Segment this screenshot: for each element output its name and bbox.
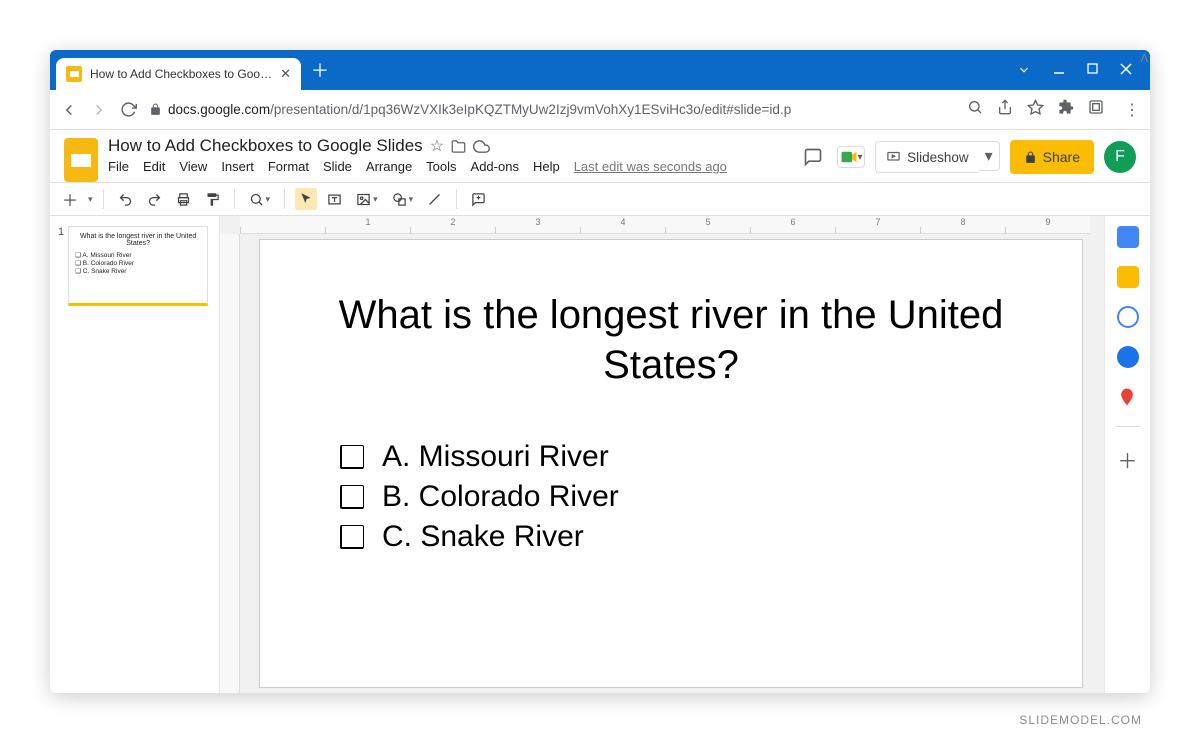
paint-format-button[interactable]	[201, 188, 224, 211]
maximize-icon[interactable]	[1087, 63, 1098, 77]
shape-button[interactable]: ▾	[388, 188, 418, 211]
meet-icon[interactable]: ▾	[837, 146, 865, 168]
slide-number: 1	[58, 226, 64, 306]
print-button[interactable]	[172, 188, 195, 211]
menu-file[interactable]: File	[108, 159, 129, 174]
zoom-icon[interactable]	[967, 99, 983, 120]
option-row: C. Snake River	[340, 520, 1022, 554]
redo-button[interactable]	[143, 188, 166, 211]
lock-icon	[149, 103, 162, 116]
close-icon[interactable]	[1120, 63, 1132, 77]
tab-title: How to Add Checkboxes to Goo…	[90, 67, 272, 81]
url-path: /presentation/d/1pq36WzVXIk3eIpKQZTMyUw2…	[270, 102, 791, 117]
url-field[interactable]: docs.google.com/presentation/d/1pq36WzVX…	[149, 102, 955, 117]
contacts-icon[interactable]	[1117, 346, 1139, 368]
address-bar: docs.google.com/presentation/d/1pq36WzVX…	[50, 90, 1150, 130]
menu-view[interactable]: View	[179, 159, 207, 174]
move-doc-icon[interactable]	[451, 139, 466, 154]
menu-insert[interactable]: Insert	[221, 159, 254, 174]
checkbox-icon	[340, 525, 364, 549]
divider	[1116, 426, 1140, 427]
maps-icon[interactable]	[1117, 386, 1139, 408]
star-icon[interactable]	[1027, 99, 1044, 121]
new-tab-button[interactable]: ＋	[311, 57, 329, 83]
slideshow-label: Slideshow	[907, 150, 969, 165]
menu-bar: File Edit View Insert Format Slide Arran…	[108, 159, 789, 174]
undo-button[interactable]	[114, 188, 137, 211]
doc-title[interactable]: How to Add Checkboxes to Google Slides	[108, 136, 423, 156]
keep-icon[interactable]	[1117, 266, 1139, 288]
ruler-horizontal	[240, 216, 1090, 234]
cloud-status-icon[interactable]	[473, 138, 490, 155]
select-tool-button[interactable]	[295, 188, 317, 210]
comment-button[interactable]	[467, 188, 490, 211]
slide-title[interactable]: What is the longest river in the United …	[320, 290, 1022, 390]
textbox-button[interactable]	[323, 188, 346, 211]
canvas[interactable]: What is the longest river in the United …	[220, 216, 1104, 693]
star-doc-icon[interactable]: ☆	[430, 136, 444, 156]
slide-thumbnail[interactable]: What is the longest river in the United …	[68, 226, 208, 306]
add-on-button[interactable]: ＋	[1118, 445, 1138, 474]
collapse-toolbar-icon[interactable]: ᐱ	[1140, 52, 1148, 65]
filmstrip[interactable]: 1 What is the longest river in the Unite…	[50, 216, 220, 693]
line-button[interactable]	[423, 188, 446, 211]
chevron-down-icon[interactable]	[1017, 63, 1031, 77]
avatar[interactable]: F	[1104, 141, 1136, 173]
minimize-icon[interactable]	[1053, 63, 1065, 77]
account-icon[interactable]	[1088, 99, 1104, 120]
slide[interactable]: What is the longest river in the United …	[260, 240, 1082, 687]
present-icon	[886, 150, 901, 165]
extensions-icon[interactable]	[1058, 99, 1074, 120]
option-row: A. Missouri River	[340, 440, 1022, 474]
thumb-title: What is the longest river in the United …	[75, 233, 201, 247]
browser-window: How to Add Checkboxes to Goo… ✕ ＋ docs.g…	[50, 50, 1150, 693]
share-button[interactable]: Share	[1010, 140, 1094, 174]
toolbar: ＋▾ ▾ ▾ ▾ ᐱ	[50, 182, 1150, 216]
checkbox-icon	[340, 485, 364, 509]
menu-edit[interactable]: Edit	[143, 159, 165, 174]
checkbox-icon	[340, 445, 364, 469]
comments-icon[interactable]	[799, 143, 827, 171]
option-row: B. Colorado River	[340, 480, 1022, 514]
url-host: docs.google.com	[168, 102, 270, 117]
slides-logo-icon[interactable]	[64, 138, 98, 182]
menu-format[interactable]: Format	[268, 159, 309, 174]
tasks-icon[interactable]	[1117, 306, 1139, 328]
menu-addons[interactable]: Add-ons	[471, 159, 519, 174]
slideshow-button[interactable]: Slideshow	[875, 141, 979, 173]
side-panel: ＋	[1104, 216, 1150, 693]
menu-tools[interactable]: Tools	[426, 159, 456, 174]
browser-tab[interactable]: How to Add Checkboxes to Goo… ✕	[56, 58, 301, 90]
back-button[interactable]	[60, 101, 78, 119]
image-button[interactable]: ▾	[352, 188, 382, 211]
slide-options[interactable]: A. Missouri River B. Colorado River C. S…	[340, 440, 1022, 554]
main-area: 1 What is the longest river in the Unite…	[50, 216, 1150, 693]
ruler-vertical	[220, 234, 240, 693]
watermark: SLIDEMODEL.COM	[1019, 713, 1142, 727]
menu-help[interactable]: Help	[533, 159, 560, 174]
tab-close-icon[interactable]: ✕	[280, 66, 291, 82]
reload-button[interactable]	[120, 101, 137, 118]
edit-status[interactable]: Last edit was seconds ago	[574, 159, 727, 174]
share-url-icon[interactable]	[997, 99, 1013, 120]
window-controls	[1017, 63, 1150, 77]
new-slide-button[interactable]: ＋	[58, 183, 82, 215]
lock-icon	[1024, 151, 1037, 164]
browser-titlebar: How to Add Checkboxes to Goo… ✕ ＋	[50, 50, 1150, 90]
calendar-icon[interactable]	[1117, 226, 1139, 248]
menu-arrange[interactable]: Arrange	[366, 159, 412, 174]
zoom-tool-button[interactable]: ▾	[245, 188, 275, 211]
app-header: How to Add Checkboxes to Google Slides ☆…	[50, 130, 1150, 182]
menu-slide[interactable]: Slide	[323, 159, 352, 174]
browser-menu-icon[interactable]: ⋮	[1124, 100, 1140, 120]
slideshow-dropdown[interactable]: ▾	[979, 141, 1000, 171]
share-label: Share	[1043, 149, 1080, 165]
forward-button[interactable]	[90, 101, 108, 119]
slides-favicon-icon	[66, 66, 82, 82]
